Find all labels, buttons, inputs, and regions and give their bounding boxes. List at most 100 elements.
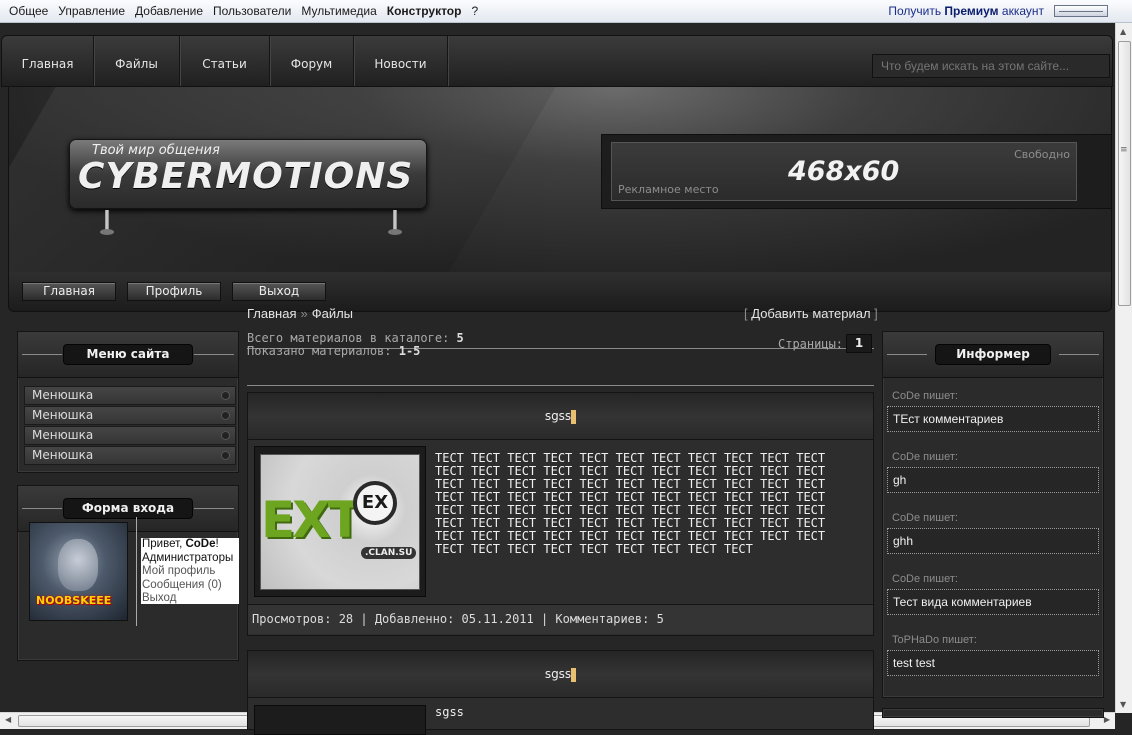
admin-menu-manage[interactable]: Управление bbox=[53, 4, 130, 18]
comment-text[interactable]: ghh bbox=[887, 528, 1099, 554]
site-logo[interactable]: Твой мир общения CYBERMOTIONS bbox=[69, 139, 427, 209]
header-banner: Твой мир общения CYBERMOTIONS 468x60 Сво… bbox=[8, 87, 1112, 272]
user-avatar[interactable]: NOOBSKEEE bbox=[29, 522, 128, 621]
entry-meta: Просмотров: 28 | Добавленно: 05.11.2011 … bbox=[248, 604, 873, 634]
my-profile-link[interactable]: Мой профиль bbox=[142, 565, 239, 579]
avatar-nickname: NOOBSKEEE bbox=[36, 594, 112, 607]
comment-text[interactable]: gh bbox=[887, 467, 1099, 493]
breadcrumb-separator: » bbox=[300, 306, 308, 321]
comment-author: CoDe пишет: bbox=[892, 390, 958, 402]
logo-stand-foot-right bbox=[388, 229, 402, 235]
entry-thumbnail[interactable] bbox=[254, 705, 426, 735]
admin-menu-constructor[interactable]: Конструктор bbox=[382, 4, 467, 18]
entry-title[interactable]: sgss bbox=[248, 667, 873, 682]
entry-thumbnail[interactable]: EXT EX .CLAN.SU bbox=[254, 446, 426, 597]
site-search-input[interactable] bbox=[872, 54, 1110, 78]
username[interactable]: CoDe bbox=[185, 538, 215, 550]
site-menu-title: Меню сайта bbox=[63, 344, 193, 365]
comment-text[interactable]: Тест вида комментариев bbox=[887, 589, 1099, 615]
greeting-prefix: Привет, bbox=[142, 538, 186, 550]
premium-link[interactable]: Получить Премиум аккаунт bbox=[888, 4, 1044, 18]
thumbnail-ring: EX bbox=[353, 481, 397, 525]
entry-title[interactable]: sgss bbox=[248, 409, 873, 424]
user-nav-logout-button[interactable]: Выход bbox=[232, 282, 326, 301]
total-label: Всего материалов в каталоге: bbox=[247, 331, 457, 345]
messages-link[interactable]: Сообщения (0) bbox=[142, 579, 239, 593]
user-nav-profile-button[interactable]: Профиль bbox=[127, 282, 221, 301]
entry-title-text: sgss bbox=[544, 667, 572, 681]
header-rule bbox=[22, 508, 62, 509]
header-rule bbox=[22, 354, 62, 355]
ad-place-label: Рекламное место bbox=[618, 183, 719, 196]
admin-menu-add[interactable]: Добавление bbox=[130, 4, 208, 18]
comment-text[interactable]: test test bbox=[887, 650, 1099, 676]
header-rule bbox=[1059, 354, 1099, 355]
page-number-button[interactable]: 1 bbox=[846, 334, 872, 353]
header-rule bbox=[194, 508, 234, 509]
scroll-down-arrow-icon[interactable]: ▼ bbox=[1120, 700, 1126, 709]
admin-menu-multimedia[interactable]: Мультимедиа bbox=[296, 4, 381, 18]
entry-header: sgss bbox=[248, 651, 873, 698]
admin-menu-general[interactable]: Общее bbox=[4, 4, 53, 18]
ad-size-label: 468x60 bbox=[788, 156, 900, 187]
admin-menu-users[interactable]: Пользователи bbox=[208, 4, 296, 18]
comment-author: CoDe пишет: bbox=[892, 512, 958, 524]
pages-label: Страницы: bbox=[778, 337, 844, 351]
comment-author: CoDe пишет: bbox=[892, 451, 958, 463]
greeting: Привет, CoDe! bbox=[142, 538, 239, 552]
comment-text[interactable]: ТЕст комментариев bbox=[887, 406, 1099, 432]
file-entry: sgss EXT EX .CLAN.SU ТЕСТ ТЕСТ ТЕСТ ТЕСТ… bbox=[247, 392, 874, 636]
ad-slot[interactable]: 468x60 Свободно Рекламное место bbox=[601, 134, 1111, 209]
breadcrumb-home[interactable]: Главная bbox=[247, 306, 296, 321]
informer-title: Информер bbox=[935, 344, 1051, 365]
site-menu-item[interactable]: Менюшка bbox=[24, 446, 236, 465]
thumbnail-image: EXT EX .CLAN.SU bbox=[260, 454, 420, 590]
login-info: Привет, CoDe! Администраторы Мой профиль… bbox=[141, 538, 239, 604]
shown-value: 1-5 bbox=[398, 344, 421, 358]
vertical-scrollbar[interactable]: ▲ ≡ ▼ bbox=[1115, 23, 1132, 713]
entry-header: sgss bbox=[248, 393, 873, 440]
admin-menu-help[interactable]: ? bbox=[466, 4, 483, 18]
nav-articles[interactable]: Статьи bbox=[180, 36, 270, 86]
site-menu-item-label: Менюшка bbox=[32, 388, 94, 402]
nav-files[interactable]: Файлы bbox=[94, 36, 180, 86]
breadcrumb-files: Файлы bbox=[311, 306, 354, 321]
nav-home[interactable]: Главная bbox=[2, 36, 94, 86]
nav-forum[interactable]: Форум bbox=[270, 36, 354, 86]
admin-toolbar: Общее Управление Добавление Пользователи… bbox=[0, 0, 1132, 23]
total-value: 5 bbox=[456, 331, 464, 345]
scroll-right-arrow-icon[interactable]: ▶ bbox=[1104, 715, 1110, 724]
user-nav-home-button[interactable]: Главная bbox=[22, 282, 116, 301]
comment-author: CoDe пишет: bbox=[892, 573, 958, 585]
grip-icon: ≡ bbox=[1120, 145, 1128, 155]
scroll-up-arrow-icon[interactable]: ▲ bbox=[1120, 27, 1126, 36]
entry-title-text: sgss bbox=[544, 409, 572, 423]
ad-slot-inner: 468x60 Свободно Рекламное место bbox=[611, 142, 1077, 201]
logo-stand-foot-left bbox=[100, 229, 114, 235]
toolbar-toggle-slider[interactable] bbox=[1054, 5, 1108, 17]
scroll-left-arrow-icon[interactable]: ◀ bbox=[5, 715, 11, 724]
thumbnail-badge: .CLAN.SU bbox=[361, 547, 417, 559]
vertical-scroll-thumb[interactable] bbox=[1118, 41, 1131, 306]
site-menu-panel: Меню сайта Менюшка Менюшка Менюшка Менюш… bbox=[17, 331, 239, 473]
entry-text: sgss bbox=[435, 705, 464, 719]
menu-bullet-icon bbox=[221, 411, 230, 420]
divider bbox=[247, 385, 874, 386]
add-material-link[interactable]: [ Добавить материал ] bbox=[744, 306, 878, 321]
site-menu-item-label: Менюшка bbox=[32, 408, 94, 422]
title-marker-icon bbox=[571, 409, 577, 424]
site-menu-item[interactable]: Менюшка bbox=[24, 386, 236, 405]
informer-header: Информер bbox=[883, 332, 1103, 378]
nav-news[interactable]: Новости bbox=[354, 36, 448, 86]
site-menu-header: Меню сайта bbox=[18, 332, 238, 378]
menu-bullet-icon bbox=[221, 391, 230, 400]
shown-label: Показано материалов: bbox=[247, 344, 399, 358]
greeting-suffix: ! bbox=[215, 538, 219, 550]
title-marker-icon bbox=[571, 667, 577, 682]
logout-link[interactable]: Выход bbox=[142, 592, 239, 604]
site-menu-item[interactable]: Менюшка bbox=[24, 406, 236, 425]
menu-bullet-icon bbox=[221, 431, 230, 440]
menu-bullet-icon bbox=[221, 451, 230, 460]
site-menu-item[interactable]: Менюшка bbox=[24, 426, 236, 445]
breadcrumb: Главная » Файлы bbox=[247, 306, 353, 321]
